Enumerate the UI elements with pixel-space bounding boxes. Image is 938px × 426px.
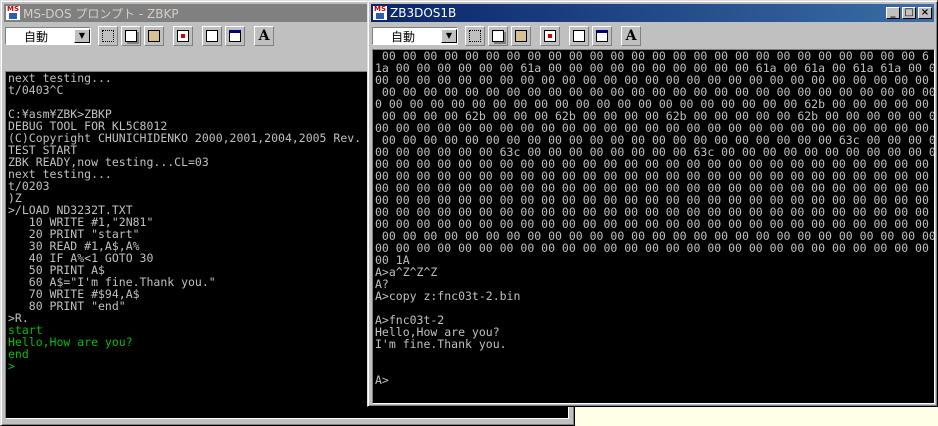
paste-icon (148, 30, 160, 42)
msdos-icon (6, 5, 20, 20)
font-button[interactable]: A (621, 26, 641, 46)
font-button[interactable]: A (254, 26, 274, 46)
paste-button[interactable] (144, 26, 164, 46)
font-size-select[interactable]: 自動 ▼ (372, 27, 458, 45)
console-line: 00 00 00 00 00 00 00 00 00 00 00 00 00 0… (375, 241, 935, 255)
font-icon: A (625, 28, 637, 44)
zb3dos1b-toolbar: 自動 ▼ A (372, 24, 933, 48)
full-screen-button[interactable] (173, 26, 193, 46)
console-line: 00 1A (375, 253, 410, 267)
msdos-icon (373, 5, 387, 20)
font-size-value: 自動 (391, 29, 416, 44)
font-size-select[interactable]: 自動 ▼ (5, 27, 91, 45)
background-icon (596, 30, 608, 42)
background-button[interactable] (225, 26, 245, 46)
copy-button[interactable] (488, 26, 508, 46)
window-title: MS-DOS プロンプト - ZBKP (23, 6, 179, 21)
caption-buttons: _ □ × (884, 7, 932, 19)
zb3dos1b-console[interactable]: 00 00 00 00 00 00 00 00 00 00 00 00 00 0… (372, 49, 935, 404)
copy-icon (125, 30, 137, 42)
full-screen-icon (544, 30, 556, 42)
console-output: 00 00 00 00 00 00 00 00 00 00 00 00 00 0… (373, 50, 934, 386)
properties-icon (573, 30, 585, 42)
properties-button[interactable] (569, 26, 589, 46)
zb3dos1b-titlebar[interactable]: ZB3DOS1B _ □ × (371, 4, 934, 22)
full-screen-icon (177, 30, 189, 42)
zb3dos1b-window[interactable]: ZB3DOS1B _ □ × 自動 ▼ A 00 00 00 00 00 00 … (367, 0, 938, 407)
chevron-down-icon[interactable]: ▼ (441, 29, 457, 43)
maximize-button[interactable]: □ (902, 7, 916, 19)
console-line: A>a^Z^Z^Z (375, 265, 438, 279)
console-line: A>copy z:fnc03t-2.bin (375, 289, 521, 303)
copy-icon (492, 30, 504, 42)
properties-button[interactable] (202, 26, 222, 46)
chevron-down-icon[interactable]: ▼ (74, 29, 90, 43)
mark-button[interactable] (98, 26, 118, 46)
full-screen-button[interactable] (540, 26, 560, 46)
copy-button[interactable] (121, 26, 141, 46)
mark-button[interactable] (465, 26, 485, 46)
mark-icon (102, 30, 114, 42)
font-size-value: 自動 (24, 29, 49, 44)
background-button[interactable] (592, 26, 612, 46)
paste-button[interactable] (511, 26, 531, 46)
paste-icon (515, 30, 527, 42)
mark-icon (469, 30, 481, 42)
window-title: ZB3DOS1B (390, 6, 457, 20)
background-icon (229, 30, 241, 42)
console-line: A> (375, 373, 389, 387)
font-icon: A (258, 28, 270, 44)
console-line: I'm fine.Thank you. (375, 337, 507, 351)
close-button[interactable]: × (918, 7, 932, 19)
properties-icon (206, 30, 218, 42)
minimize-button[interactable]: _ (886, 7, 900, 19)
